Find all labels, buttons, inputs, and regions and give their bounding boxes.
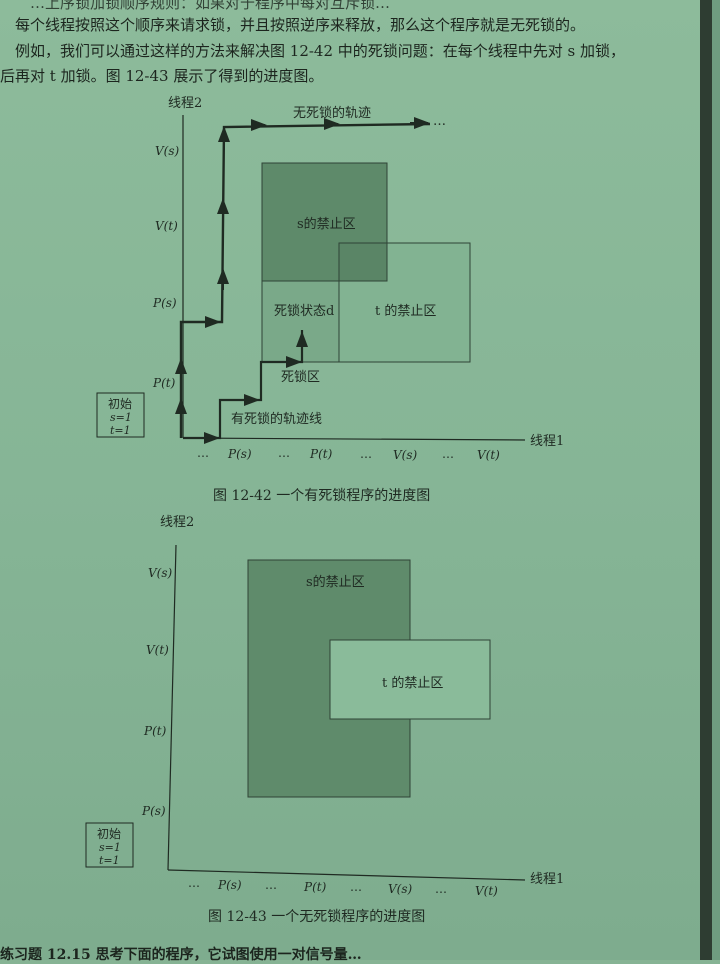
deadlock-state-label: 死锁状态d — [274, 303, 334, 319]
x-tick-label: P(t) — [303, 880, 327, 894]
y-tick-label: V(s) — [148, 566, 173, 580]
s-region-label: s的禁止区 — [306, 574, 365, 590]
y-tick-label: P(t) — [152, 376, 176, 390]
initial-label: 初始 — [108, 397, 132, 411]
x-tick-label: V(t) — [477, 448, 500, 462]
y-axis-label: 线程2 — [160, 515, 194, 530]
y-axis-label: 线程2 — [168, 96, 202, 111]
x-ellipsis: … — [265, 878, 277, 892]
progress-graph-deadlock: 线程2 线程1 V(s) V(t) P(s) P(t) P(s) P(t) V(… — [85, 96, 564, 898]
x-tick-label: V(s) — [393, 448, 418, 462]
x-ellipsis: … — [350, 880, 362, 894]
exercise-heading: 练习题 12.15 思考下面的程序，它试图使用一对信号量… — [0, 947, 362, 963]
t-region-label: t 的禁止区 — [382, 675, 443, 691]
y-tick-label: P(t) — [143, 724, 167, 738]
x-axis-label: 线程1 — [530, 872, 564, 887]
safe-trajectory-label: 无死锁的轨迹 — [293, 105, 371, 121]
x-tick-label: P(t) — [309, 447, 333, 461]
x-tick-label: V(t) — [475, 884, 498, 898]
x-ellipsis: … — [188, 876, 200, 890]
x-tick-label: P(s) — [217, 878, 242, 892]
initial-t: t=1 — [110, 424, 131, 437]
x-tick-label: V(s) — [388, 882, 413, 896]
figure-caption: 图 12-42 一个有死锁程序的进度图 — [213, 488, 431, 504]
x-ellipsis: … — [278, 446, 290, 460]
trajectory-ellipsis: … — [433, 114, 446, 129]
x-axis-label: 线程1 — [530, 434, 564, 449]
y-tick-label: V(t) — [146, 643, 169, 657]
y-tick-label: P(s) — [141, 804, 166, 818]
x-ellipsis: … — [360, 447, 372, 461]
figure-caption: 图 12-43 一个无死锁程序的进度图 — [208, 909, 426, 925]
x-ellipsis: … — [197, 446, 209, 460]
x-ellipsis: … — [442, 447, 454, 461]
deadlock-region-label: 死锁区 — [281, 369, 320, 385]
initial-s: s=1 — [110, 411, 132, 424]
y-tick-label: V(s) — [155, 144, 180, 158]
x-tick-label: P(s) — [227, 447, 252, 461]
initial-t: t=1 — [99, 854, 120, 867]
overlap-region — [338, 242, 388, 282]
s-region-label: s的禁止区 — [297, 216, 356, 232]
x-axis — [182, 437, 526, 441]
t-region-label: t 的禁止区 — [375, 303, 436, 319]
y-axis — [167, 544, 177, 871]
initial-label: 初始 — [97, 827, 121, 841]
y-tick-label: V(t) — [155, 219, 178, 233]
initial-s: s=1 — [99, 841, 121, 854]
deadlock-trajectory-label: 有死锁的轨迹线 — [231, 411, 322, 427]
x-ellipsis: … — [435, 882, 447, 896]
deadlock-region — [261, 280, 340, 363]
y-tick-label: P(s) — [152, 296, 177, 310]
